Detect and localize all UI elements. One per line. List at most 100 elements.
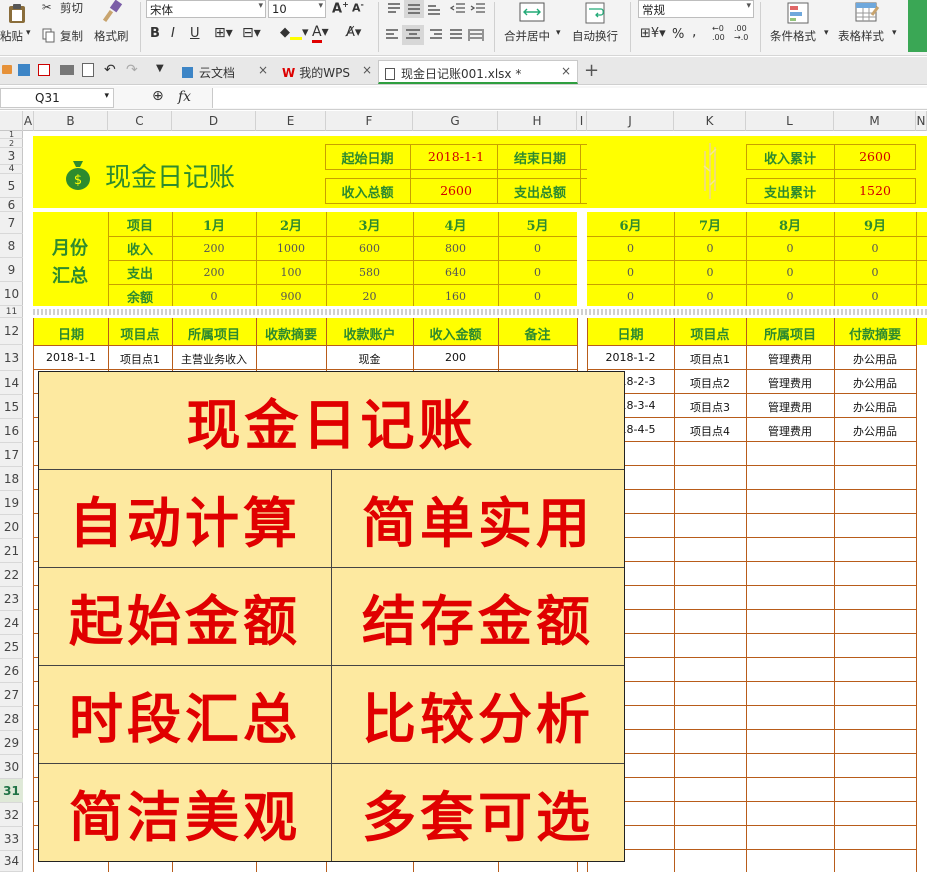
border-icon[interactable]: ⊞▾ <box>214 25 233 41</box>
align-bottom-icon[interactable] <box>426 2 442 16</box>
percent-button[interactable]: % <box>672 27 684 42</box>
justify-icon[interactable] <box>448 28 464 42</box>
row-header-18[interactable]: 18 <box>0 467 23 491</box>
expense-row-project[interactable]: 管理费用 <box>746 375 834 391</box>
expense-row-summary[interactable]: 办公用品 <box>834 375 916 391</box>
income-row-project[interactable]: 主营业务收入 <box>172 351 256 367</box>
close-icon[interactable]: × <box>561 64 571 78</box>
expense-row-site[interactable]: 项目点2 <box>674 375 746 391</box>
distributed-icon[interactable] <box>468 28 484 42</box>
tab-cloud-docs[interactable]: 云文档 × <box>178 60 274 84</box>
align-top-icon[interactable] <box>386 2 402 16</box>
expense-row-project[interactable]: 管理费用 <box>746 351 834 367</box>
font-size-select[interactable]: 10 ▾ <box>268 0 326 18</box>
smart-toolbox-button[interactable] <box>908 0 927 52</box>
col-header-C[interactable]: C <box>108 111 172 131</box>
fill-color-icon[interactable]: ◆ ▾ <box>280 25 309 40</box>
col-header-A[interactable]: A <box>23 111 34 131</box>
wrap-text-button[interactable]: 自动换行 <box>568 0 626 52</box>
row-header-24[interactable]: 24 <box>0 611 23 635</box>
expense-row-site[interactable]: 项目点3 <box>674 399 746 415</box>
row-header-22[interactable]: 22 <box>0 563 23 587</box>
col-header-B[interactable]: B <box>34 111 108 131</box>
row-header-15[interactable]: 15 <box>0 395 23 419</box>
row-header-2[interactable]: 2 <box>0 139 23 148</box>
col-header-K[interactable]: K <box>674 111 746 131</box>
row-header-28[interactable]: 28 <box>0 707 23 731</box>
currency-icon[interactable]: ⊞¥▾ <box>640 26 666 41</box>
fx-button[interactable]: fx <box>178 89 191 105</box>
row-header-6[interactable]: 6 <box>0 198 23 212</box>
row-header-9[interactable]: 9 <box>0 258 23 282</box>
col-header-E[interactable]: E <box>256 111 326 131</box>
close-icon[interactable]: × <box>362 63 372 77</box>
row-header-5[interactable]: 5 <box>0 174 23 198</box>
row-header-10[interactable]: 10 <box>0 282 23 306</box>
row-header-19[interactable]: 19 <box>0 491 23 515</box>
col-header-I[interactable]: I <box>577 111 587 131</box>
close-icon[interactable]: × <box>258 63 268 77</box>
indent-increase-icon[interactable] <box>470 2 486 16</box>
start-date-value[interactable]: 2018-1-1 <box>413 149 499 164</box>
col-header-N[interactable]: N <box>916 111 927 131</box>
row-header-7[interactable]: 7 <box>0 212 23 234</box>
redo-icon[interactable]: ↷ <box>126 62 138 78</box>
expense-row-summary[interactable]: 办公用品 <box>834 399 916 415</box>
zoom-icon[interactable]: ⊕ <box>152 88 164 104</box>
name-box[interactable]: Q31 ▾ <box>0 88 114 108</box>
table-style-button[interactable]: 表格样式 ▾ <box>834 0 898 52</box>
select-all-corner[interactable] <box>0 111 23 131</box>
row-header-17[interactable]: 17 <box>0 443 23 467</box>
quick-access-dropdown-icon[interactable]: ▼ <box>156 63 164 74</box>
font-name-select[interactable]: 宋体 ▾ <box>146 0 266 18</box>
decrease-decimal-icon[interactable]: .00 →.0 <box>734 24 748 42</box>
col-header-D[interactable]: D <box>172 111 256 131</box>
col-header-J[interactable]: J <box>587 111 674 131</box>
align-left-icon[interactable] <box>384 28 400 42</box>
row-header-13[interactable]: 13 <box>0 345 23 371</box>
open-folder-icon[interactable] <box>2 65 12 74</box>
row-header-1[interactable]: 1 <box>0 131 23 139</box>
formula-input[interactable] <box>212 88 927 108</box>
merge-border-icon[interactable]: ⊟▾ <box>242 25 261 41</box>
income-row-date[interactable]: 2018-1-1 <box>34 351 108 364</box>
increase-decimal-icon[interactable]: ←0.00 <box>712 24 725 42</box>
expense-row-site[interactable]: 项目点1 <box>674 351 746 367</box>
expense-row-summary[interactable]: 办公用品 <box>834 423 916 439</box>
row-header-32[interactable]: 32 <box>0 803 23 827</box>
row-header-27[interactable]: 27 <box>0 683 23 707</box>
expense-row-site[interactable]: 项目点4 <box>674 423 746 439</box>
save-icon[interactable] <box>18 64 30 76</box>
bold-icon[interactable]: B <box>150 26 160 41</box>
row-header-3[interactable]: 3 <box>0 148 23 165</box>
italic-icon[interactable]: I <box>171 26 175 41</box>
grow-font-icon[interactable]: A+ <box>332 0 349 16</box>
clear-format-icon[interactable]: A̸▾ <box>346 25 361 40</box>
export-pdf-icon[interactable] <box>38 64 50 76</box>
tab-my-wps[interactable]: W 我的WPS × <box>278 60 376 84</box>
indent-decrease-icon[interactable] <box>449 2 466 16</box>
print-icon[interactable] <box>60 65 74 75</box>
format-painter-button[interactable]: 格式刷 <box>92 0 136 52</box>
expense-row-project[interactable]: 管理费用 <box>746 423 834 439</box>
income-row-site[interactable]: 项目点1 <box>108 351 172 367</box>
col-header-M[interactable]: M <box>834 111 916 131</box>
print-preview-icon[interactable] <box>82 63 94 77</box>
number-format-select[interactable]: 常规 ▾ <box>638 0 754 18</box>
expense-row-summary[interactable]: 办公用品 <box>834 351 916 367</box>
row-header-25[interactable]: 25 <box>0 635 23 659</box>
thousands-button[interactable]: , <box>692 24 696 40</box>
row-header-23[interactable]: 23 <box>0 587 23 611</box>
row-header-31[interactable]: 31 <box>0 779 23 803</box>
col-header-F[interactable]: F <box>326 111 413 131</box>
expense-row-date[interactable]: 2018-1-2 <box>587 351 674 364</box>
font-color-icon[interactable]: A▾ <box>312 24 329 43</box>
income-row-account[interactable]: 现金 <box>326 351 413 367</box>
row-header-21[interactable]: 21 <box>0 539 23 563</box>
new-tab-icon[interactable]: + <box>584 60 599 81</box>
expense-row-project[interactable]: 管理费用 <box>746 399 834 415</box>
row-header-20[interactable]: 20 <box>0 515 23 539</box>
underline-icon[interactable]: U <box>190 26 200 41</box>
undo-icon[interactable]: ↶ <box>104 62 116 78</box>
row-header-26[interactable]: 26 <box>0 659 23 683</box>
